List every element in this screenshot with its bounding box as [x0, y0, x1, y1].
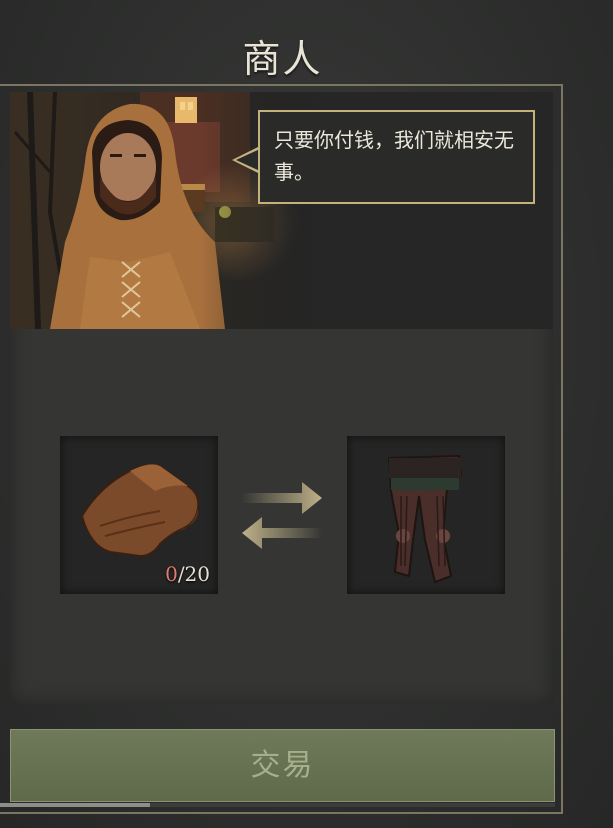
item-count-need: /20 — [177, 562, 210, 586]
leather-pants-icon — [387, 454, 463, 584]
item-count-have: 0 — [165, 562, 178, 586]
speech-tail-inner — [236, 149, 260, 171]
merchant-screen: 商人 只要你付钱，我们就相安无事。 0/20 交易 — [0, 0, 613, 828]
exchange-arrows-icon — [242, 482, 322, 549]
reward-item-slot[interactable] — [347, 436, 505, 594]
scroll-indicator[interactable] — [0, 803, 150, 807]
page-title: 商人 — [242, 37, 323, 81]
cost-item-slot[interactable]: 0/20 — [60, 436, 218, 594]
item-count: 0/20 — [165, 562, 210, 586]
trade-button[interactable]: 交易 — [10, 729, 555, 802]
speech-bubble: 只要你付钱，我们就相安无事。 — [258, 110, 535, 204]
